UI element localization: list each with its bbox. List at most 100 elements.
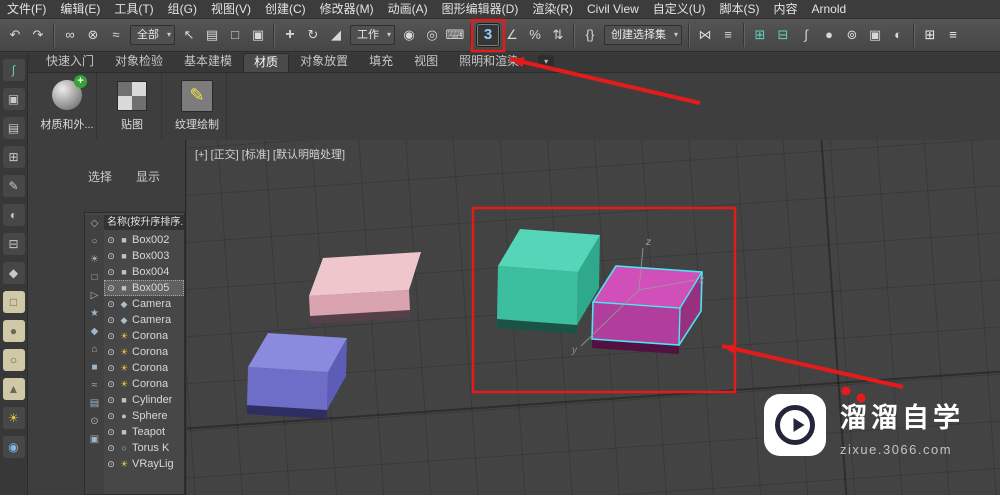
percent-snap-icon[interactable]: % (524, 24, 546, 46)
visibility-eye-icon[interactable]: ⊙ (106, 411, 116, 422)
texture-paint-button[interactable]: ✎ 纹理绘制 (168, 73, 227, 140)
menu-item[interactable]: Arnold (804, 0, 853, 18)
align-icon[interactable]: ≡ (717, 24, 739, 46)
list-tool-icon[interactable]: ▤ (2, 117, 25, 139)
menu-item[interactable]: 动画(A) (381, 0, 435, 18)
ribbon-tab[interactable]: 快速入门 (36, 53, 104, 72)
menu-item[interactable]: Civil View (580, 0, 646, 18)
scene-object-row[interactable]: ⊙ ■ Box005 (104, 280, 184, 296)
scene-object-row[interactable]: ⊙ ☀ Corona (104, 376, 184, 392)
scene-object-row[interactable]: ⊙ ■ Teapot (104, 424, 184, 440)
swatch-tool-icon[interactable]: ▣ (2, 88, 25, 110)
menu-item[interactable]: 视图(V) (204, 0, 258, 18)
redo-button[interactable]: ↷ (27, 24, 49, 46)
angle-snap-icon[interactable]: ∠ (501, 24, 523, 46)
filter-grid-icon[interactable]: ▣ (88, 433, 101, 446)
menu-item[interactable]: 组(G) (161, 0, 204, 18)
scene-object-row[interactable]: ⊙ ■ Box003 (104, 248, 184, 264)
scene-explorer-toggle-icon[interactable]: ⊞ (749, 24, 771, 46)
visibility-eye-icon[interactable]: ⊙ (106, 235, 116, 246)
select-and-link-icon[interactable]: ∞ (59, 24, 81, 46)
menu-item[interactable]: 创建(C) (258, 0, 313, 18)
scene-object-row[interactable]: ⊙ ☀ Corona (104, 344, 184, 360)
select-and-scale-icon[interactable]: ◢ (325, 24, 347, 46)
filter-list-icon[interactable]: ▤ (88, 397, 101, 410)
filter-hidden-icon[interactable]: ≈ (88, 379, 101, 392)
ribbon-tab[interactable]: 填充 (359, 53, 403, 72)
reference-coordinate-dropdown[interactable]: 工作 (350, 25, 395, 45)
scene-object-row[interactable]: ⊙ ■ Box002 (104, 232, 184, 248)
menu-item[interactable]: 编辑(E) (53, 0, 107, 18)
unlink-selection-icon[interactable]: ⊗ (82, 24, 104, 46)
scene-object-row[interactable]: ⊙ ○ Torus K (104, 440, 184, 456)
render-frame-icon[interactable]: ▣ (864, 24, 886, 46)
curve-tool-icon[interactable]: ∫ (2, 59, 25, 81)
visibility-eye-icon[interactable]: ⊙ (106, 347, 116, 358)
curve-editor-icon[interactable]: ∫ (795, 24, 817, 46)
scene-object-row[interactable]: ⊙ ■ Cylinder (104, 392, 184, 408)
filter-bone-icon[interactable]: ◆ (88, 325, 101, 338)
visibility-eye-icon[interactable]: ⊙ (106, 427, 116, 438)
visibility-eye-icon[interactable]: ⊙ (106, 459, 116, 470)
ribbon-tab[interactable]: 照明和渲染 (449, 53, 529, 72)
select-and-rotate-icon[interactable]: ↻ (302, 24, 324, 46)
filter-camera-icon[interactable]: □ (88, 271, 101, 284)
filter-sphere-icon[interactable]: ⊙ (88, 415, 101, 428)
eye-icon[interactable]: ◉ (2, 436, 25, 458)
grid-tool-icon[interactable]: ⊞ (2, 146, 25, 168)
snap-3d-button[interactable]: 3 (476, 23, 500, 47)
rectangular-selection-icon[interactable]: □ (224, 24, 246, 46)
visibility-eye-icon[interactable]: ⊙ (106, 315, 116, 326)
select-by-name-icon[interactable]: ▤ (201, 24, 223, 46)
filter-all-icon[interactable]: ◇ (88, 217, 101, 230)
bind-to-space-warp-icon[interactable]: ≈ (105, 24, 127, 46)
scene-object-row[interactable]: ⊙ ◆ Camera (104, 296, 184, 312)
menu-item[interactable]: 图形编辑器(D) (435, 0, 526, 18)
filter-geometry-icon[interactable]: ○ (88, 235, 101, 248)
visibility-eye-icon[interactable]: ⊙ (106, 267, 116, 278)
viewport-label[interactable]: [+] [正交] [标准] [默认明暗处理] (195, 146, 345, 162)
shade-tool-icon[interactable]: ◐ (2, 204, 25, 226)
ribbon-tab[interactable]: 对象检验 (105, 53, 173, 72)
explorer-tab[interactable]: 选择 (88, 168, 112, 185)
grid-view-icon[interactable]: ⊞ (919, 24, 941, 46)
primitive-cone-icon[interactable]: ▲ (2, 378, 25, 400)
explorer-sort-header[interactable]: 名称(按升序排序... (104, 215, 184, 230)
edit-named-sets-icon[interactable]: {} (579, 24, 601, 46)
visibility-eye-icon[interactable]: ⊙ (106, 283, 116, 294)
filter-frozen-icon[interactable]: ■ (88, 361, 101, 374)
named-selection-set-dropdown[interactable]: 创建选择集 (604, 25, 682, 45)
layer-manager-icon[interactable]: ⊟ (772, 24, 794, 46)
select-and-place-icon[interactable]: ◎ (421, 24, 443, 46)
visibility-eye-icon[interactable]: ⊙ (106, 299, 116, 310)
explorer-tab[interactable]: 显示 (136, 168, 160, 185)
use-pivot-center-icon[interactable]: ◉ (398, 24, 420, 46)
primitive-circle-icon[interactable]: ○ (2, 349, 25, 371)
scene-object-row[interactable]: ⊙ ☀ Corona (104, 360, 184, 376)
pencil-tool-icon[interactable]: ✎ (2, 175, 25, 197)
primitive-box-icon[interactable]: □ (2, 291, 25, 313)
visibility-eye-icon[interactable]: ⊙ (106, 379, 116, 390)
sun-light-icon[interactable]: ☀ (2, 407, 25, 429)
material-editor-icon[interactable]: ● (818, 24, 840, 46)
menu-item[interactable]: 修改器(M) (313, 0, 381, 18)
ribbon-tab[interactable]: 材质 (243, 53, 290, 72)
filter-shape-icon[interactable]: ★ (88, 307, 101, 320)
ribbon-more-dropdown[interactable]: ▾ (538, 55, 555, 69)
select-and-move-icon[interactable]: + (279, 24, 301, 46)
mirror-icon[interactable]: ⋈ (694, 24, 716, 46)
ribbon-tab[interactable]: 视图 (404, 53, 448, 72)
material-appearance-button[interactable]: + 材质和外... (38, 73, 97, 140)
box-teal[interactable] (497, 229, 600, 334)
visibility-eye-icon[interactable]: ⊙ (106, 251, 116, 262)
ribbon-tab[interactable]: 基本建模 (174, 53, 242, 72)
menu-item[interactable]: 自定义(U) (646, 0, 713, 18)
menu-item[interactable]: 渲染(R) (525, 0, 580, 18)
visibility-eye-icon[interactable]: ⊙ (106, 363, 116, 374)
filter-helper-icon[interactable]: ▷ (88, 289, 101, 302)
visibility-eye-icon[interactable]: ⊙ (106, 395, 116, 406)
selection-filter-dropdown[interactable]: 全部 (130, 25, 175, 45)
primitive-sphere-icon[interactable]: ● (2, 320, 25, 342)
box-purple[interactable] (247, 333, 347, 419)
layers-stack-icon[interactable]: ≡ (942, 24, 964, 46)
